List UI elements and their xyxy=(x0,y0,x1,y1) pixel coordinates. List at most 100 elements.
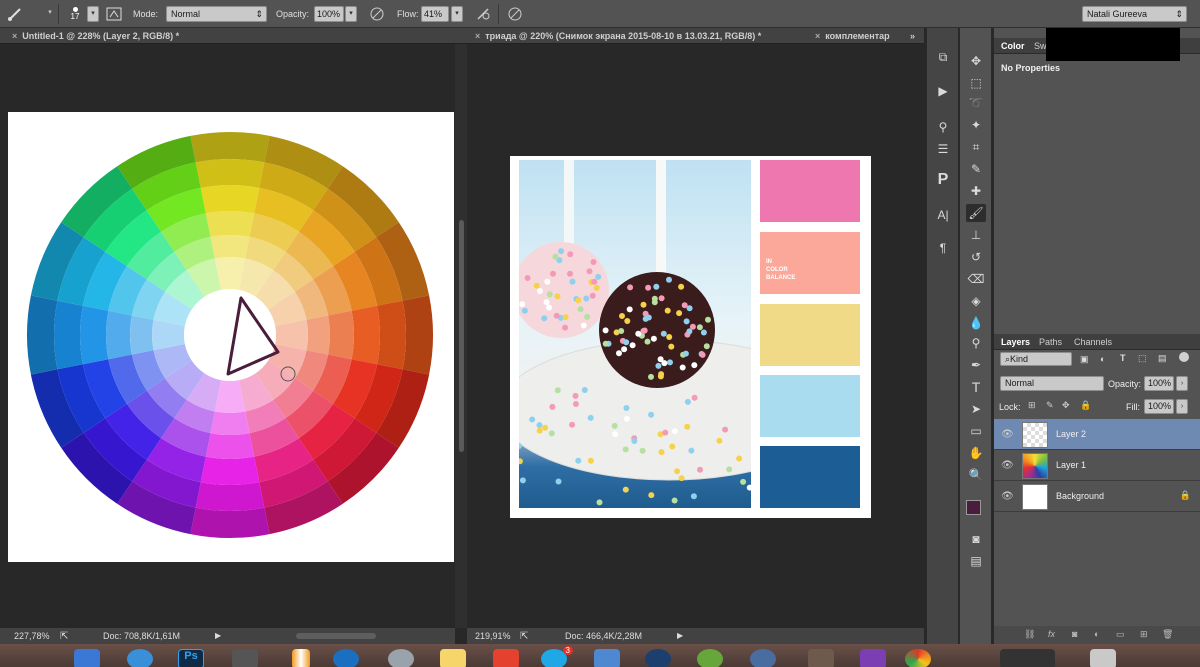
utorrent-icon[interactable] xyxy=(697,649,723,667)
adjustments-icon[interactable]: ☰ xyxy=(933,140,953,158)
visibility-eye-icon[interactable]: 👁 xyxy=(1001,460,1014,471)
marquee-tool-icon[interactable]: ⬚ xyxy=(966,74,986,92)
new-group-icon[interactable]: ▭ xyxy=(1116,629,1125,640)
delete-layer-icon[interactable]: 🗑 xyxy=(1162,629,1173,640)
safari-icon[interactable] xyxy=(127,649,153,667)
visibility-eye-icon[interactable]: 👁 xyxy=(1001,491,1014,502)
imovie-icon[interactable] xyxy=(860,649,886,667)
quick-mask-icon[interactable]: ◙ xyxy=(966,530,986,548)
layer-opacity-input[interactable]: 100% xyxy=(1144,376,1174,391)
mode-select[interactable]: Normal ⇕ xyxy=(166,6,267,22)
trash-icon[interactable] xyxy=(1090,649,1116,667)
healing-brush-tool-icon[interactable]: ✚ xyxy=(966,182,986,200)
eyedropper-tool-icon[interactable]: ✎ xyxy=(966,160,986,178)
paragraph-styles-icon[interactable]: P xyxy=(933,171,953,189)
visibility-eye-icon[interactable]: 👁 xyxy=(1001,429,1014,440)
magic-wand-tool-icon[interactable]: ✦ xyxy=(966,116,986,134)
preview-icon[interactable] xyxy=(594,649,620,667)
foreground-color-swatch[interactable] xyxy=(966,500,981,515)
crop-tool-icon[interactable]: ⌗ xyxy=(966,138,986,156)
app-icon-globe[interactable] xyxy=(750,649,776,667)
pressure-opacity-icon[interactable] xyxy=(366,3,388,25)
close-tab-icon[interactable]: × xyxy=(12,31,17,41)
status-menu-arrow-icon[interactable]: ▶ xyxy=(215,631,221,640)
color-wheel-canvas[interactable] xyxy=(8,112,454,562)
finder-icon[interactable] xyxy=(74,649,100,667)
photoshop-icon[interactable]: Ps xyxy=(178,649,204,667)
history-brush-tool-icon[interactable]: ↺ xyxy=(966,248,986,266)
export-icon[interactable]: ⇱ xyxy=(60,631,68,642)
palette-canvas[interactable]: IN COLOR BALANCE xyxy=(510,156,871,518)
filter-toggle-icon[interactable] xyxy=(1179,352,1189,362)
brush-tool-icon[interactable]: 🖌 xyxy=(966,204,986,222)
skype-icon[interactable]: 3 xyxy=(541,646,573,667)
zoom-tool-icon[interactable]: 🔍 xyxy=(966,466,986,484)
paint-bucket-tool-icon[interactable]: ◈ xyxy=(966,292,986,310)
close-tab-icon[interactable]: × xyxy=(815,31,820,41)
screen-mode-icon[interactable]: ▤ xyxy=(966,552,986,570)
brush-panel-toggle-icon[interactable] xyxy=(103,3,125,25)
tab-paths[interactable]: Paths xyxy=(1039,337,1062,347)
history-panel-icon[interactable]: ⧉ xyxy=(933,48,953,66)
lock-transparency-icon[interactable]: ⊞ xyxy=(1028,400,1036,411)
downloads-stack-icon[interactable] xyxy=(1000,649,1055,667)
clone-stamp-tool-icon[interactable]: ⊥ xyxy=(966,226,986,244)
pressure-size-icon[interactable] xyxy=(504,3,526,25)
flow-dropdown-icon[interactable]: ▾ xyxy=(451,6,463,22)
pen-tool-icon[interactable]: ✒ xyxy=(966,356,986,374)
vlc-icon[interactable] xyxy=(292,649,310,667)
tab-swatches[interactable]: Sw xyxy=(1034,41,1047,51)
layer-opacity-arrow-icon[interactable]: › xyxy=(1176,376,1188,391)
paragraph-panel-icon[interactable]: ¶ xyxy=(933,239,953,257)
close-tab-icon[interactable]: × xyxy=(475,31,480,41)
tab-layers[interactable]: Layers xyxy=(1001,337,1030,347)
opacity-input[interactable]: 100% xyxy=(314,6,344,22)
lock-pixels-icon[interactable]: ✎ xyxy=(1046,400,1054,411)
app-icon-blue[interactable] xyxy=(333,649,359,667)
path-selection-tool-icon[interactable]: ➤ xyxy=(966,400,986,418)
brush-presets-icon[interactable]: ⚲ xyxy=(933,118,953,136)
flow-input[interactable]: 41% xyxy=(421,6,449,22)
system-preferences-icon[interactable] xyxy=(232,649,258,667)
shape-filter-icon[interactable]: ⬚ xyxy=(1138,353,1147,364)
fill-arrow-icon[interactable]: › xyxy=(1176,399,1188,414)
app-icon-dark-blue[interactable] xyxy=(645,649,671,667)
move-tool-icon[interactable]: ✥ xyxy=(966,52,986,70)
layer-row-layer-1[interactable]: 👁 Layer 1 xyxy=(994,450,1200,481)
scrollbar-thumb[interactable] xyxy=(459,220,464,452)
layer-kind-filter[interactable]: ⌕Kind xyxy=(1000,352,1072,366)
export-icon[interactable]: ⇱ xyxy=(520,631,528,642)
tab-channels[interactable]: Channels xyxy=(1074,337,1112,347)
vertical-scrollbar[interactable] xyxy=(455,44,467,628)
actions-panel-icon[interactable]: ▶ xyxy=(933,82,953,100)
layer-row-background[interactable]: 👁 Background 🔒 xyxy=(994,481,1200,512)
new-layer-icon[interactable]: ⊞ xyxy=(1140,629,1148,640)
smart-object-filter-icon[interactable]: ▤ xyxy=(1158,353,1167,364)
notes-icon[interactable] xyxy=(440,649,466,667)
dodge-tool-icon[interactable]: ⚲ xyxy=(966,334,986,352)
pixel-filter-icon[interactable]: ▣ xyxy=(1080,354,1089,365)
rectangle-tool-icon[interactable]: ▭ xyxy=(966,422,986,440)
adjustment-filter-icon[interactable]: ◐ xyxy=(1100,354,1105,364)
acrobat-icon[interactable] xyxy=(493,649,519,667)
brush-tool-icon[interactable] xyxy=(4,3,26,25)
brush-size-dropdown-icon[interactable]: ▾ xyxy=(87,6,99,22)
more-tabs-icon[interactable]: » xyxy=(910,28,924,44)
hand-tool-icon[interactable]: ✋ xyxy=(966,444,986,462)
opacity-dropdown-icon[interactable]: ▾ xyxy=(345,6,357,22)
brush-size-picker[interactable]: 17 xyxy=(64,3,86,25)
airbrush-icon[interactable] xyxy=(472,3,494,25)
chrome-icon[interactable] xyxy=(905,649,931,667)
link-layers-icon[interactable]: ⛓ xyxy=(1024,629,1035,640)
adjustment-layer-icon[interactable]: ◐ xyxy=(1094,629,1099,639)
app-icon-brown[interactable] xyxy=(808,649,834,667)
horizontal-scrollbar[interactable] xyxy=(296,633,376,639)
status-menu-arrow-icon[interactable]: ▶ xyxy=(677,631,683,640)
character-panel-icon[interactable]: A| xyxy=(933,206,953,224)
tab-triada[interactable]: × триада @ 220% (Снимок экрана 2015-08-10… xyxy=(475,28,812,44)
type-filter-icon[interactable]: T xyxy=(1120,353,1126,363)
layer-row-layer-2[interactable]: 👁 Layer 2 xyxy=(994,419,1200,450)
type-tool-icon[interactable]: T xyxy=(966,378,986,396)
lock-position-icon[interactable]: ✥ xyxy=(1062,400,1070,411)
app-icon-gray[interactable] xyxy=(388,649,414,667)
